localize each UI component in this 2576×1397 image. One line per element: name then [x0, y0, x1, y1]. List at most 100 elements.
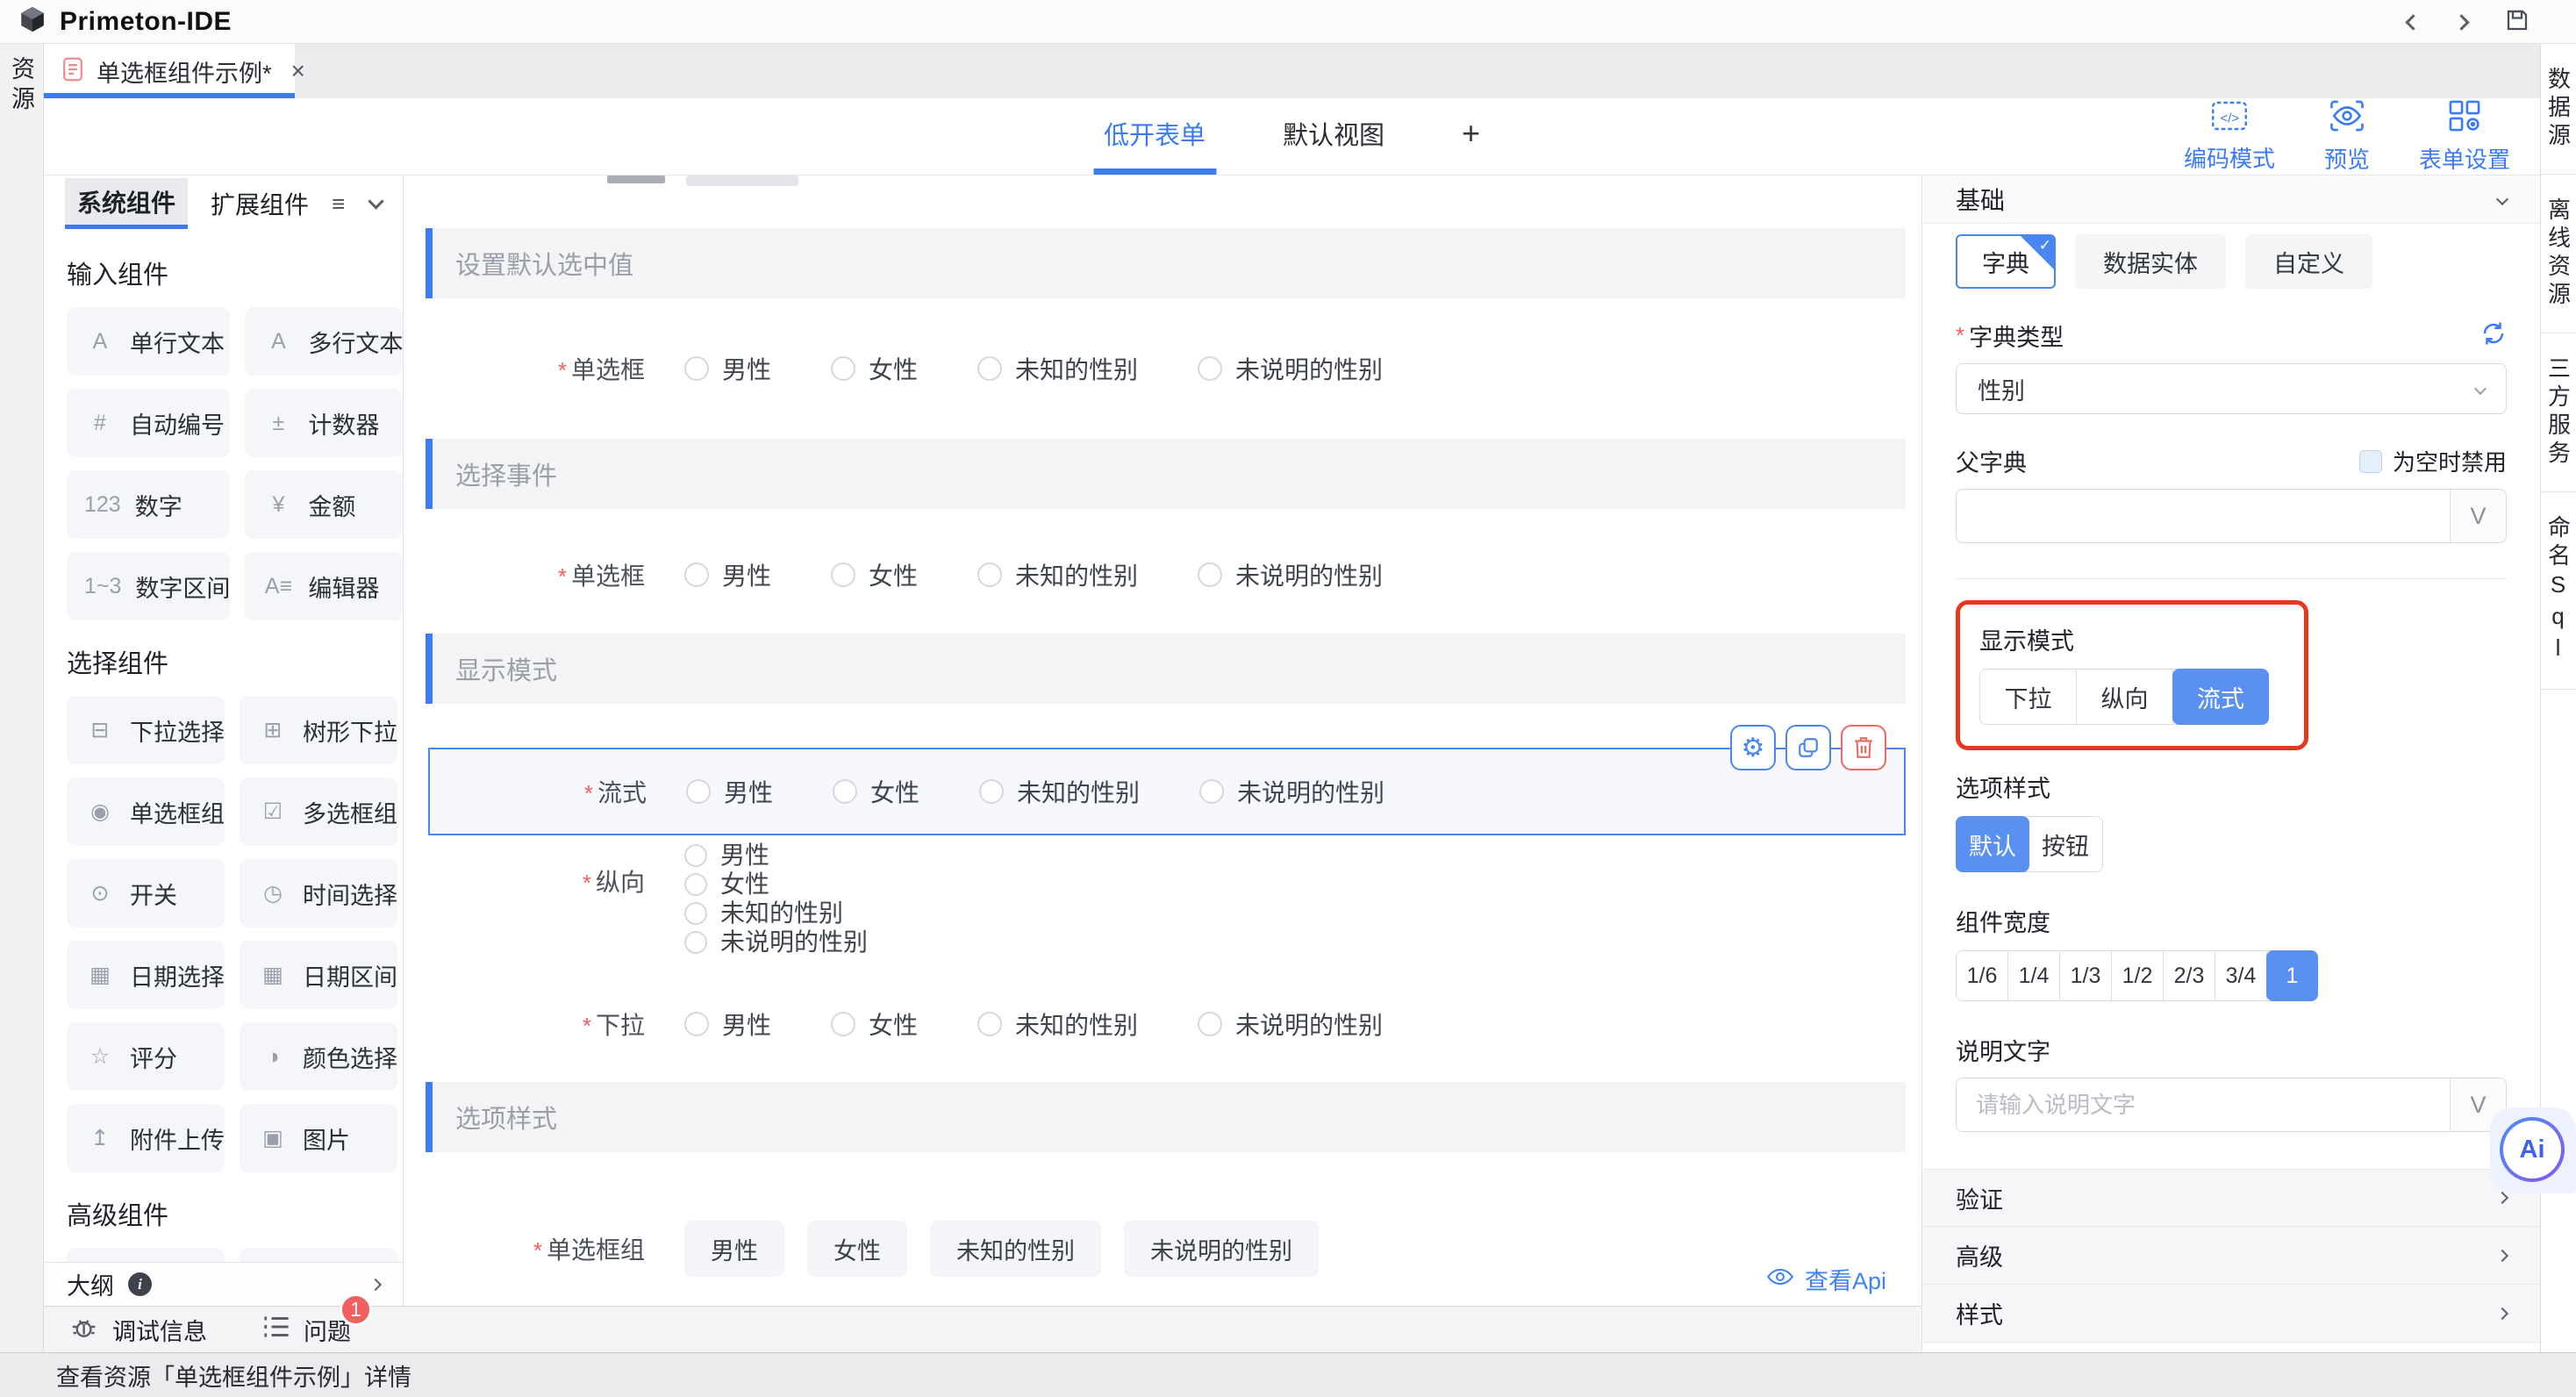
radio-option[interactable]: 未说明的性别	[1199, 774, 1385, 809]
component-image[interactable]: ▣图片	[240, 1104, 397, 1172]
radio-icon[interactable]	[977, 356, 1002, 381]
add-view-tab-button[interactable]: +	[1451, 98, 1491, 175]
strip-tab-offline-resources[interactable]: 离线资源	[2541, 175, 2576, 333]
radio-icon[interactable]	[684, 1012, 709, 1036]
radio-option[interactable]: 男性	[684, 842, 868, 869]
refresh-icon[interactable]	[2480, 320, 2507, 351]
save-icon[interactable]	[2504, 7, 2530, 38]
properties-header[interactable]: 基础	[1922, 176, 2540, 224]
radio-icon[interactable]	[684, 356, 709, 381]
tab-custom[interactable]: 自定义	[2245, 234, 2372, 289]
section-style[interactable]: 样式	[1922, 1285, 2540, 1343]
component-dropdown-select[interactable]: ⊟下拉选择	[67, 696, 225, 764]
component-attachment-upload[interactable]: ↥附件上传	[67, 1104, 225, 1172]
history-back-icon[interactable]	[2405, 14, 2421, 30]
radio-icon[interactable]	[1198, 562, 1222, 587]
radio-option[interactable]: 未知的性别	[979, 774, 1140, 809]
component-number[interactable]: 123数字	[67, 470, 230, 539]
width-1[interactable]: 1	[2266, 950, 2318, 1001]
problems-button[interactable]: 问题 1	[261, 1313, 351, 1347]
radio-icon[interactable]	[684, 902, 707, 925]
radio-option[interactable]: 未知的性别	[977, 557, 1138, 592]
radio-option[interactable]: 女性	[831, 557, 918, 592]
segment-button[interactable]: 按钮	[2029, 817, 2102, 871]
component-multi-line-text[interactable]: A多行文本	[245, 307, 403, 376]
component-single-line-text[interactable]: A单行文本	[67, 307, 230, 376]
strip-tab-datasource[interactable]: 数据源	[2541, 44, 2576, 175]
radio-icon[interactable]	[977, 562, 1002, 587]
radio-option[interactable]: 女性	[831, 351, 918, 386]
field-settings-button[interactable]: ⚙	[1730, 725, 1776, 770]
radio-icon[interactable]	[1199, 779, 1224, 804]
radio-icon[interactable]	[979, 779, 1004, 804]
value-mode-toggle[interactable]: V	[2450, 490, 2506, 542]
radio-icon[interactable]	[831, 562, 855, 587]
tab-extended-components[interactable]: 扩展组件	[211, 178, 309, 229]
component-date-range[interactable]: ▦日期区间	[240, 941, 397, 1009]
field-row-dropdown[interactable]: *下拉 男性 女性 未知的性别 未说明的性别	[426, 985, 1906, 1064]
radio-icon[interactable]	[1198, 1012, 1222, 1036]
radio-icon[interactable]	[831, 356, 855, 381]
history-forward-icon[interactable]	[2453, 14, 2469, 30]
component-amount[interactable]: ¥金额	[245, 470, 403, 539]
radio-option[interactable]: 男性	[686, 774, 773, 809]
radio-icon[interactable]	[977, 1012, 1002, 1036]
component-list-layout-icon[interactable]: ≡	[332, 190, 345, 218]
collapse-panel-icon[interactable]	[370, 196, 382, 211]
component-tree-dropdown[interactable]: ⊞树形下拉	[240, 696, 397, 764]
component-color-picker[interactable]: ◑颜色选择	[240, 1022, 397, 1091]
radio-option[interactable]: 男性	[684, 351, 771, 386]
tab-lowcode-form[interactable]: 低开表单	[1093, 98, 1216, 175]
field-row-button-group[interactable]: *单选框组 男性 女性 未知的性别 未说明的性别	[426, 1215, 1906, 1282]
component-checkbox-group[interactable]: ☑多选框组	[240, 777, 397, 846]
component-radio-group[interactable]: ◉单选框组	[67, 777, 225, 846]
radio-option[interactable]: 未说明的性别	[1198, 1007, 1383, 1042]
radio-option[interactable]: 未知的性别	[977, 351, 1138, 386]
empty-disable-checkbox-row[interactable]: 为空时禁用	[2359, 445, 2507, 477]
section-validation[interactable]: 验证	[1922, 1169, 2540, 1227]
tab-data-entity[interactable]: 数据实体	[2075, 234, 2226, 289]
radio-icon[interactable]	[684, 562, 709, 587]
radio-icon[interactable]	[1198, 356, 1222, 381]
component-counter[interactable]: ±计数器	[245, 389, 403, 457]
component-date-picker[interactable]: ▦日期选择	[67, 941, 225, 1009]
parent-dict-input[interactable]	[1957, 490, 2450, 542]
section-advanced[interactable]: 高级	[1922, 1227, 2540, 1285]
component-switch[interactable]: ⊙开关	[67, 859, 225, 928]
component-time-picker[interactable]: ◷时间选择	[240, 859, 397, 928]
radio-option[interactable]: 未知的性别	[977, 1007, 1138, 1042]
radio-option[interactable]: 未说明的性别	[684, 929, 868, 956]
view-api-link[interactable]: 查看Api	[1766, 1262, 1886, 1296]
radio-option[interactable]: 未知的性别	[684, 900, 868, 927]
width-1-2[interactable]: 1/2	[2112, 951, 2164, 1000]
document-tab-active[interactable]: 单选框组件示例* ×	[44, 44, 295, 98]
help-text-input[interactable]	[1957, 1078, 2450, 1131]
segment-dropdown[interactable]: 下拉	[1980, 670, 2077, 724]
segment-default[interactable]: 默认	[1956, 816, 2029, 872]
radio-option[interactable]: 女性	[833, 774, 919, 809]
segment-vertical[interactable]: 纵向	[2077, 670, 2173, 724]
width-1-3[interactable]: 1/3	[2060, 951, 2112, 1000]
field-delete-button[interactable]	[1841, 725, 1886, 770]
option-button[interactable]: 未说明的性别	[1124, 1221, 1319, 1277]
field-row-vertical[interactable]: *纵向 男性 女性 未知的性别 未说明的性别	[426, 842, 868, 956]
radio-option[interactable]: 女性	[831, 1007, 918, 1042]
radio-icon[interactable]	[684, 844, 707, 867]
dict-type-select[interactable]: 性别	[1956, 363, 2507, 414]
ai-assistant-button[interactable]: Ai	[2500, 1117, 2565, 1182]
code-mode-button[interactable]: </> 编码模式	[2184, 100, 2275, 174]
component-auto-number[interactable]: #自动编号	[67, 389, 230, 457]
form-settings-button[interactable]: 表单设置	[2419, 99, 2510, 175]
selected-field-row-flow[interactable]: ⚙ *流式 男性 女性 未知的性别 未说明的性别	[428, 748, 1906, 835]
field-row-radio-event[interactable]: *单选框 男性 女性 未知的性别 未说明的性别	[426, 535, 1906, 614]
radio-option[interactable]: 男性	[684, 1007, 771, 1042]
resources-strip-tab[interactable]: 资源	[4, 56, 39, 1352]
option-button[interactable]: 女性	[807, 1221, 907, 1277]
width-2-3[interactable]: 2/3	[2164, 951, 2215, 1000]
field-copy-button[interactable]	[1785, 725, 1831, 770]
radio-option[interactable]: 未说明的性别	[1198, 557, 1383, 592]
debug-info-button[interactable]: 调试信息	[70, 1312, 207, 1348]
radio-option[interactable]: 男性	[684, 557, 771, 592]
tab-system-components[interactable]: 系统组件	[65, 178, 188, 229]
radio-icon[interactable]	[684, 873, 707, 896]
